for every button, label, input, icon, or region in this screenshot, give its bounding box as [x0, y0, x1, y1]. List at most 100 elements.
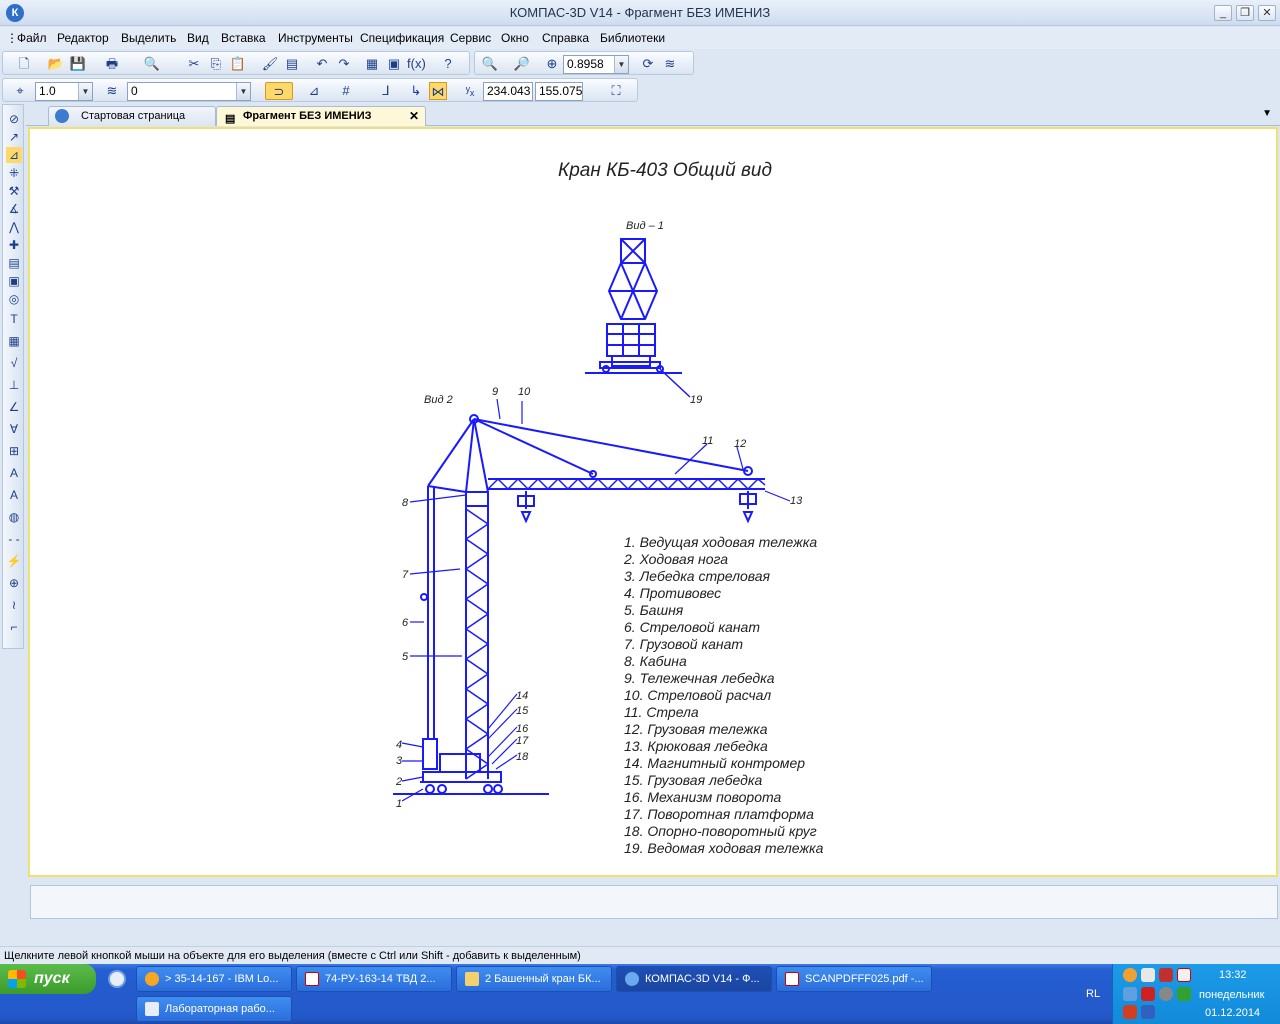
text-icon[interactable]: T [6, 311, 22, 327]
restore-button[interactable]: ❐ [1236, 5, 1254, 21]
taskbar-item-lotus[interactable]: > 35-14-167 - IBM Lo... [136, 966, 292, 992]
zoom-in-icon[interactable]: ⊕ [543, 55, 561, 73]
layers-icon[interactable]: ≋ [661, 55, 679, 73]
position-icon[interactable]: Ɐ [6, 421, 22, 437]
insert-icon[interactable]: ▣ [6, 273, 22, 289]
paste-icon[interactable]: 📋 [229, 55, 247, 73]
roughness-icon[interactable]: √ [6, 355, 22, 371]
variables-fx-icon[interactable]: f(x) [407, 55, 426, 73]
clock-time[interactable]: 13:32 [1219, 969, 1247, 981]
reports-icon[interactable]: ▤ [6, 255, 22, 271]
layer-field[interactable]: 0 ▼ [127, 82, 251, 101]
layer-icon[interactable]: ≋ [103, 82, 121, 100]
refresh-icon[interactable]: ⟳ [639, 55, 657, 73]
menu-tools[interactable]: Инструменты [278, 31, 353, 45]
measure-icon[interactable]: ∡ [6, 201, 22, 217]
snap-step-icon[interactable]: ⌖ [11, 82, 29, 100]
menu-select[interactable]: Выделить [121, 31, 176, 45]
language-indicator[interactable]: RL [1086, 988, 1100, 1000]
taskbar-item-pdf-1[interactable]: 74-РУ-163-14 ТВД 2... [296, 966, 452, 992]
orthogonal-icon[interactable]: ⊿ [305, 82, 323, 100]
spec-icon[interactable]: ✚ [6, 237, 22, 253]
mark-icon[interactable]: ⌐ [6, 619, 22, 635]
copy-icon[interactable]: ⎘ [207, 55, 225, 73]
chevron-down-icon[interactable]: ▼ [78, 83, 92, 100]
properties-panel[interactable] [30, 885, 1278, 919]
geometry-icon[interactable]: ⊘ [6, 111, 22, 127]
format-painter-icon[interactable]: 🖌 [261, 55, 279, 73]
taskbar-item-kompas[interactable]: КОМПАС-3D V14 - Ф... [616, 966, 772, 992]
designations-icon[interactable]: ⊿ [6, 147, 22, 163]
close-tab-icon[interactable]: ✕ [409, 107, 419, 125]
coord-x-field[interactable]: 234.043 [483, 82, 533, 101]
leader-icon[interactable]: ∠ [6, 399, 22, 415]
dimensions-icon[interactable]: ↗ [6, 129, 22, 145]
coord-y-field[interactable]: 155.075 [535, 82, 583, 101]
start-button[interactable]: пуск [0, 964, 96, 994]
quick-launch-ie-icon[interactable] [108, 970, 126, 988]
taskbar-item-word[interactable]: Лабораторная рабо... [136, 996, 292, 1022]
drawing-canvas[interactable]: Кран КБ-403 Общий вид Вид – 1 Вид 2 19 9… [28, 127, 1278, 877]
wave-icon[interactable]: ⚡ [6, 553, 22, 569]
zoom-scale-select[interactable]: 0.8958 ▼ [563, 55, 629, 74]
open-icon[interactable]: 📂 [47, 55, 65, 73]
snap-magnet-icon[interactable]: ⊃ [265, 82, 293, 100]
edit-icon[interactable]: ⁜ [6, 165, 22, 181]
menu-file[interactable]: Файл [17, 31, 47, 45]
save-icon[interactable]: 💾 [69, 55, 87, 73]
tray-app-icon[interactable] [1141, 1005, 1155, 1019]
local-cs-icon[interactable]: ⅃ [377, 82, 395, 100]
new-document-icon[interactable]: 🗋 [15, 55, 33, 73]
base-icon[interactable]: ⊥ [6, 377, 22, 393]
properties-icon[interactable]: ▤ [283, 55, 301, 73]
menu-libraries[interactable]: Библиотеки [600, 31, 665, 45]
section-line-icon[interactable]: A [6, 465, 22, 481]
context-help-icon[interactable]: ? [439, 55, 457, 73]
chevron-down-icon[interactable]: ▼ [614, 56, 628, 73]
close-button[interactable]: ✕ [1258, 5, 1276, 21]
menu-edit[interactable]: Редактор [57, 31, 109, 45]
grid-icon[interactable]: # [337, 82, 355, 100]
tray-update-icon[interactable] [1159, 987, 1173, 1001]
step-field[interactable]: 1.0 ▼ [35, 82, 93, 101]
menu-view[interactable]: Вид [187, 31, 209, 45]
geometry-calc-icon[interactable]: ⛶ [607, 82, 625, 100]
parametrization-icon[interactable]: ⚒ [6, 183, 22, 199]
calculator-icon[interactable]: ▣ [385, 55, 403, 73]
manager-icon[interactable]: ▦ [363, 55, 381, 73]
ortho-mode-icon[interactable]: ↳ [407, 82, 425, 100]
menu-window[interactable]: Окно [501, 31, 529, 45]
tab-start-page[interactable]: Стартовая страница [48, 106, 216, 126]
zoom-window-icon[interactable]: 🔍 [481, 55, 499, 73]
center-mark-icon[interactable]: ⊕ [6, 575, 22, 591]
taskbar-item-folder[interactable]: 2 Башенный кран БК... [456, 966, 612, 992]
taskbar-item-pdf-2[interactable]: SCANPDFFF025.pdf -... [776, 966, 932, 992]
tray-shield-icon[interactable] [1159, 968, 1173, 982]
redo-icon[interactable]: ↷ [335, 55, 353, 73]
menu-help[interactable]: Справка [542, 31, 589, 45]
snaps-icon[interactable]: ⋈ [429, 82, 447, 100]
menu-service[interactable]: Сервис [450, 31, 491, 45]
cut-icon[interactable]: ✂ [185, 55, 203, 73]
print-preview-icon[interactable]: 🔍 [143, 55, 161, 73]
tolerance-icon[interactable]: ⊞ [6, 443, 22, 459]
minimize-button[interactable]: _ [1214, 5, 1232, 21]
print-icon[interactable]: 🖶 [103, 55, 121, 73]
chevron-down-icon[interactable]: ▼ [236, 83, 250, 100]
tray-antivirus-icon[interactable] [1141, 987, 1155, 1001]
undo-icon[interactable]: ↶ [313, 55, 331, 73]
menu-specification[interactable]: Спецификация [360, 31, 444, 45]
axis-line-icon[interactable]: - - [6, 531, 22, 547]
tray-volume-icon[interactable] [1123, 1005, 1137, 1019]
fragment-icon[interactable]: ◎ [6, 291, 22, 307]
wavy-line-icon[interactable]: ≀ [6, 597, 22, 613]
table-icon[interactable]: ▦ [6, 333, 22, 349]
menu-insert[interactable]: Вставка [221, 31, 266, 45]
zoom-dynamic-icon[interactable]: 🔎 [513, 55, 531, 73]
tab-fragment[interactable]: ▤ Фрагмент БЕЗ ИМЕНИЗ ✕ [216, 106, 426, 126]
tray-messenger-icon[interactable] [1123, 968, 1137, 982]
view-arrow-icon[interactable]: A [6, 487, 22, 503]
break-line-icon[interactable]: ◍ [6, 509, 22, 525]
tray-alert-icon[interactable] [1177, 968, 1191, 982]
tray-printer-icon[interactable] [1141, 968, 1155, 982]
